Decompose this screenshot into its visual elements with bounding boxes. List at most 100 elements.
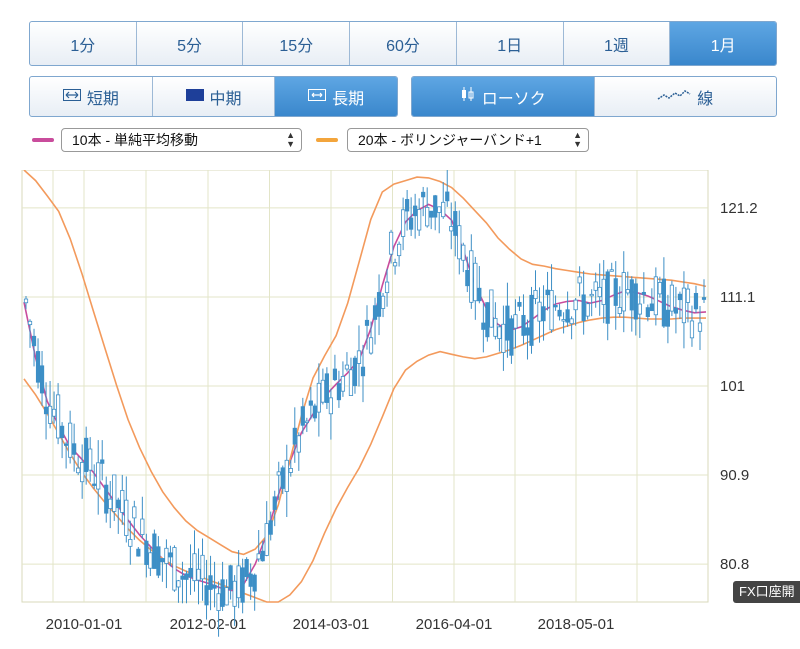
- candle-body: [220, 579, 225, 607]
- timeframe-1min-button[interactable]: 1分: [30, 22, 137, 65]
- candle-body: [669, 284, 675, 312]
- candle-body: [208, 575, 213, 590]
- candle-body: [104, 484, 109, 514]
- term-mid-label: 中期: [209, 90, 242, 108]
- timeframe-60min-button[interactable]: 60分: [350, 22, 457, 65]
- y-tick-label: 90.9: [720, 467, 749, 484]
- candle-body: [388, 231, 394, 255]
- candle-body: [272, 496, 277, 510]
- candle-body: [280, 467, 285, 489]
- term-long-button[interactable]: 長期: [275, 77, 397, 116]
- candle-body: [376, 292, 382, 317]
- candle-body: [613, 278, 618, 306]
- candle-body: [76, 467, 81, 474]
- candle-body: [260, 550, 265, 562]
- candle-body: [661, 278, 666, 327]
- candle-body: [108, 498, 113, 509]
- candle-body: [300, 406, 305, 426]
- candle-body: [545, 289, 550, 296]
- x-tick-label: 2014-03-01: [293, 616, 370, 633]
- candle-body: [417, 209, 422, 231]
- candle-body: [23, 298, 29, 304]
- candle-body: [589, 293, 594, 297]
- candle-body: [477, 287, 482, 302]
- candle-body: [296, 435, 301, 453]
- candle-body: [565, 309, 570, 323]
- fx-account-tab[interactable]: FX口座開設: [733, 581, 800, 621]
- candle-body: [521, 315, 526, 336]
- candle-body: [196, 568, 201, 581]
- candle-body: [268, 520, 273, 535]
- candle-body: [425, 206, 430, 227]
- ma-color-swatch: [32, 138, 54, 142]
- candle-body: [453, 211, 458, 236]
- term-long-label: 長期: [332, 90, 365, 108]
- timeframe-1week-button[interactable]: 1週: [564, 22, 671, 65]
- candle-body: [312, 405, 317, 419]
- candle-body: [641, 291, 646, 295]
- candle-body: [200, 554, 205, 580]
- candle-body: [597, 286, 602, 298]
- candle-body: [360, 366, 366, 377]
- candle-body: [88, 448, 93, 471]
- candle-body: [481, 322, 486, 330]
- candlestick-button[interactable]: ローソク: [412, 77, 595, 116]
- line-chart-label: 線: [697, 90, 714, 108]
- price-chart-svg: 121.2111.110190.980.82010-01-01 2012-02-0…: [21, 167, 758, 637]
- timeframe-1day-button[interactable]: 1日: [457, 22, 564, 65]
- timeframe-5min-button[interactable]: 5分: [137, 22, 244, 65]
- candle-body: [308, 400, 313, 406]
- candle-body: [256, 553, 261, 560]
- candle-body: [633, 283, 638, 320]
- timeframe-15min-button[interactable]: 15分: [243, 22, 351, 65]
- candle-body: [328, 397, 333, 415]
- timeframe-1month-button[interactable]: 1月: [670, 22, 776, 65]
- candle-body: [525, 327, 530, 336]
- x-tick-label: 2018-05-01: [538, 616, 615, 633]
- candle-body: [132, 506, 137, 519]
- candle-body: [681, 287, 687, 324]
- y-tick-label: 121.2: [720, 200, 758, 217]
- candle-body: [421, 191, 426, 198]
- short-term-icon: [62, 88, 81, 106]
- y-tick-label: 111.1: [720, 289, 755, 306]
- term-short-button[interactable]: 短期: [30, 77, 153, 116]
- mid-term-icon: [185, 88, 204, 106]
- candle-body: [84, 437, 89, 472]
- candle-body: [39, 365, 45, 394]
- candle-body: [673, 307, 679, 314]
- candle-body: [517, 301, 522, 307]
- candle-body: [529, 294, 534, 346]
- candle-body: [72, 443, 77, 455]
- chart-type-selector: ローソク 線: [411, 76, 777, 117]
- line-chart-button[interactable]: 線: [595, 77, 777, 116]
- candle-body: [493, 317, 498, 337]
- candle-body: [601, 278, 606, 305]
- candle-body: [629, 279, 634, 311]
- candle-body: [124, 499, 129, 536]
- candle-body: [224, 587, 229, 606]
- candle-body: [232, 580, 237, 607]
- candle-body: [364, 319, 370, 326]
- candle-body: [288, 468, 293, 473]
- candlestick-icon: [460, 86, 476, 107]
- candle-body: [677, 293, 683, 301]
- ma-period-select[interactable]: 10本 - 単純平均移動 ▲ ▼: [61, 128, 302, 152]
- candle-body: [136, 548, 141, 557]
- candle-body: [537, 301, 542, 322]
- candle-body: [561, 319, 566, 322]
- ma-period-value: 10本 - 単純平均移動: [72, 132, 199, 148]
- candle-body: [649, 303, 654, 312]
- candle-body: [116, 499, 121, 509]
- candle-body: [120, 490, 125, 513]
- candle-body: [164, 547, 169, 564]
- candle-body: [152, 533, 157, 569]
- candle-body: [352, 357, 358, 387]
- bb-period-select[interactable]: 20本 - ボリンジャーバンド+1 ▲ ▼: [347, 128, 589, 152]
- candle-body: [160, 558, 165, 563]
- candle-body: [112, 474, 117, 512]
- candle-body: [55, 394, 61, 439]
- term-mid-button[interactable]: 中期: [153, 77, 276, 116]
- candle-body: [577, 276, 582, 284]
- candle-body: [244, 559, 249, 578]
